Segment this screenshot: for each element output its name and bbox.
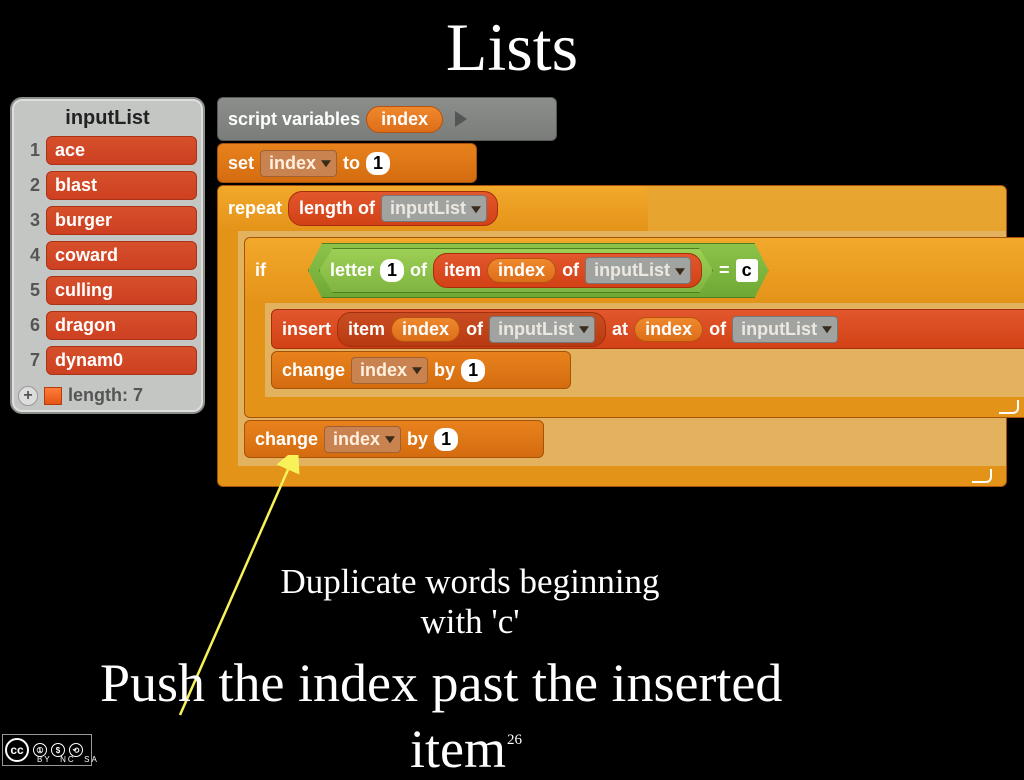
list-index: 3 [18, 210, 40, 231]
block-label: insert [282, 319, 331, 340]
content-area: inputList 1ace 2blast 3burger 4coward 5c… [0, 87, 1024, 489]
slide-title: Lists [0, 0, 1024, 87]
variable-reporter[interactable]: index [634, 317, 703, 342]
caption-item: item [410, 718, 506, 780]
list-item: 7 dynam0 [18, 346, 197, 375]
block-label: = [719, 260, 730, 281]
block-label: to [343, 153, 360, 174]
caption-duplicate: Duplicate words beginning with 'c' [260, 562, 680, 642]
add-item-button[interactable]: + [18, 386, 38, 406]
variable-dropdown[interactable]: index [324, 426, 401, 453]
variable-dropdown[interactable]: index [351, 357, 428, 384]
length-label: length: 7 [68, 385, 143, 406]
list-item: 3 burger [18, 206, 197, 235]
caption-push: Push the index past the inserted [100, 652, 782, 714]
block-label: item [348, 319, 385, 340]
number-input[interactable]: 1 [366, 152, 390, 175]
list-index: 1 [18, 140, 40, 161]
list-index: 7 [18, 350, 40, 371]
list-cell[interactable]: burger [46, 206, 197, 235]
number-input[interactable]: 1 [380, 259, 404, 282]
list-index: 5 [18, 280, 40, 301]
letter-of-reporter[interactable]: letter 1 of item index of inputList [319, 248, 713, 293]
list-item: 5 culling [18, 276, 197, 305]
variable-reporter[interactable]: index [366, 106, 443, 133]
block-label: of [562, 260, 579, 281]
if-block[interactable]: if letter 1 of item index of [244, 237, 1024, 418]
list-item: 1 ace [18, 136, 197, 165]
block-label: by [407, 429, 428, 450]
variable-reporter[interactable]: index [487, 258, 556, 283]
number-input[interactable]: 1 [461, 359, 485, 382]
cc-license-badge: cc ① $ ⟲ BY NC SA [2, 734, 92, 766]
list-cell[interactable]: coward [46, 241, 197, 270]
block-label: of [709, 319, 726, 340]
text-input[interactable]: c [736, 259, 758, 282]
set-block[interactable]: set index to 1 [217, 143, 477, 183]
change-block[interactable]: change index by 1 [271, 351, 571, 389]
block-label: by [434, 360, 455, 381]
block-label: change [282, 360, 345, 381]
block-label: repeat [228, 198, 282, 219]
list-index: 6 [18, 315, 40, 336]
repeat-block[interactable]: repeat length of inputList if letter [217, 185, 1007, 487]
block-label: script variables [228, 109, 360, 130]
list-cell[interactable]: blast [46, 171, 197, 200]
change-block[interactable]: change index by 1 [244, 420, 544, 458]
number-input[interactable]: 1 [434, 428, 458, 451]
script-blocks: script variables index set index to 1 re… [217, 97, 1007, 489]
list-item: 6 dragon [18, 311, 197, 340]
block-label: item [444, 260, 481, 281]
list-watcher: inputList 1 ace 2 blast 3 burger 4 coward 5c… [10, 97, 205, 414]
list-cell[interactable]: culling [46, 276, 197, 305]
list-dropdown[interactable]: inputList [381, 195, 487, 222]
block-label: if [255, 260, 266, 281]
cc-text: BY NC SA [37, 755, 99, 764]
variable-reporter[interactable]: index [391, 317, 460, 342]
list-cell[interactable]: dragon [46, 311, 197, 340]
list-index: 4 [18, 245, 40, 266]
list-title: inputList [18, 105, 197, 136]
list-flag-icon [44, 387, 62, 405]
insert-block[interactable]: insert item index of inputList at index … [271, 309, 1024, 349]
variable-dropdown[interactable]: index [260, 150, 337, 177]
list-item: 4 coward [18, 241, 197, 270]
list-dropdown[interactable]: inputList [489, 316, 595, 343]
block-label: change [255, 429, 318, 450]
list-cell[interactable]: ace [46, 136, 197, 165]
list-dropdown[interactable]: inputList [585, 257, 691, 284]
item-of-reporter[interactable]: item index of inputList [337, 312, 606, 347]
block-label: letter [330, 260, 374, 281]
cc-icon: cc [5, 738, 29, 762]
list-cell[interactable]: dynam0 [46, 346, 197, 375]
length-of-reporter[interactable]: length of inputList [288, 191, 498, 226]
item-of-reporter[interactable]: item index of inputList [433, 253, 702, 288]
list-item: 2 blast [18, 171, 197, 200]
list-index: 2 [18, 175, 40, 196]
block-label: of [410, 260, 427, 281]
block-label: length of [299, 198, 375, 219]
arrow-right-icon[interactable] [455, 111, 467, 127]
list-dropdown[interactable]: inputList [732, 316, 838, 343]
list-footer: + length: 7 [18, 375, 197, 406]
block-label: set [228, 153, 254, 174]
block-label: of [466, 319, 483, 340]
block-label: at [612, 319, 628, 340]
equals-predicate[interactable]: letter 1 of item index of inputList [308, 243, 769, 298]
slide-number: 26 [507, 732, 522, 749]
list-items: 1 ace 2 blast 3 burger 4 coward 5 culling 6 dr… [18, 136, 197, 375]
script-variables-block[interactable]: script variables index [217, 97, 557, 141]
